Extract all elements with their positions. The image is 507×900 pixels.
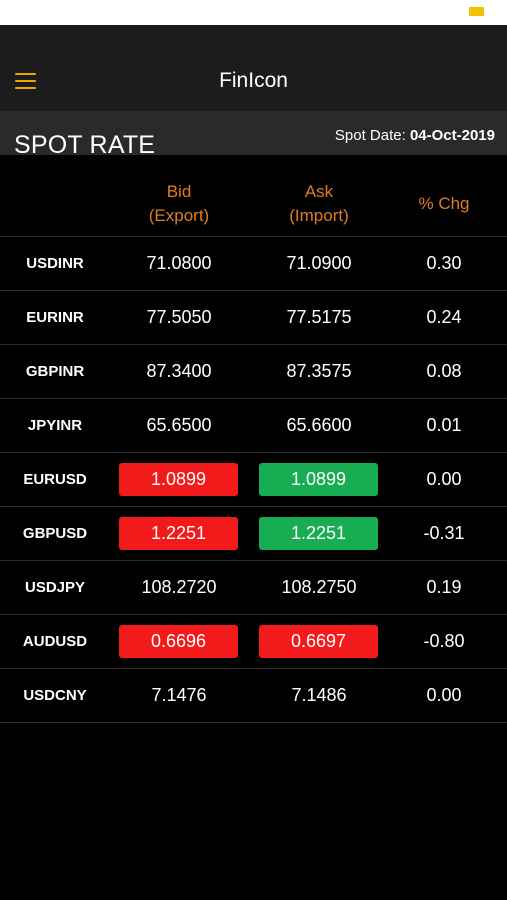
battery-icon [469,7,484,16]
nav-bar: FinIcon [0,25,507,111]
bid-rate-badge: 1.2251 [119,517,238,550]
percent-change: -0.80 [423,631,465,651]
bid-header-line2: (Export) [148,206,210,225]
currency-pair: GBPUSD [22,525,88,542]
percent-change: 0.24 [426,307,462,327]
bid-cell: 7.1476 [151,685,207,705]
status-bar [0,0,507,25]
currency-pair: GBPINR [25,363,85,380]
table-row[interactable]: GBPINR 87.3400 87.3575 0.08 [0,345,507,399]
bid-cell: 1.2251 [109,507,249,560]
bid-cell: 1.0899 [109,453,249,506]
ask-rate-badge: 1.0899 [259,463,378,496]
currency-pair: USDINR [26,255,84,272]
table-row[interactable]: AUDUSD 0.6696 0.6697 -0.80 [0,615,507,669]
ask-cell: 71.0900 [286,253,352,273]
ask-cell: 87.3575 [286,361,352,381]
ask-header-line2: (Import) [289,206,349,225]
column-header-ask: Ask (Import) [249,180,389,228]
currency-pair: AUDUSD [22,633,88,650]
percent-change: 0.30 [426,253,462,273]
table-row[interactable]: GBPUSD 1.2251 1.2251 -0.31 [0,507,507,561]
bid-cell: 108.2720 [141,577,217,597]
currency-pair: EURINR [26,309,84,326]
currency-pair: USDCNY [23,687,87,704]
app-title: FinIcon [219,69,288,92]
currency-pair: JPYINR [27,417,83,434]
bid-rate-badge: 1.0899 [119,463,238,496]
ask-cell: 108.2750 [281,577,357,597]
bid-cell: 65.6500 [146,415,212,435]
ask-rate-badge: 0.6697 [259,625,378,658]
table-row[interactable]: USDJPY 108.2720 108.2750 0.19 [0,561,507,615]
ask-cell: 1.0899 [249,453,389,506]
table-row[interactable]: EURUSD 1.0899 1.0899 0.00 [0,453,507,507]
percent-change: 0.08 [426,361,462,381]
table-row[interactable]: EURINR 77.5050 77.5175 0.24 [0,291,507,345]
spot-date-value: 04-Oct-2019 [409,127,495,144]
table-row[interactable]: USDCNY 7.1476 7.1486 0.00 [0,669,507,723]
ask-cell: 1.2251 [249,507,389,560]
spot-date-label: Spot Date: [334,127,410,144]
ask-cell: 7.1486 [291,685,347,705]
currency-pair: EURUSD [23,471,87,488]
ask-rate-badge: 1.2251 [259,517,378,550]
ask-cell: 0.6697 [249,615,389,668]
table-row[interactable]: JPYINR 65.6500 65.6600 0.01 [0,399,507,453]
ask-cell: 77.5175 [286,307,352,327]
table-row[interactable]: USDINR 71.0800 71.0900 0.30 [0,237,507,291]
percent-change: -0.31 [423,523,465,543]
column-header-bid: Bid (Export) [109,180,249,228]
ask-cell: 65.6600 [286,415,352,435]
bid-rate-badge: 0.6696 [119,625,238,658]
percent-change: 0.19 [426,577,462,597]
table-body: USDINR 71.0800 71.0900 0.30 EURINR 77.5050 77.… [0,237,507,723]
bid-cell: 71.0800 [146,253,212,273]
bid-header-line1: Bid [166,182,192,201]
percent-change: 0.01 [426,415,462,435]
percent-change: 0.00 [426,469,462,489]
spot-rate-header: SPOT RATE Spot Date: 04-Oct-2019 [0,111,507,159]
column-header-chg: % Chg [418,194,470,213]
bid-cell: 77.5050 [146,307,212,327]
currency-pair: USDJPY [24,579,86,596]
table-header: Bid (Export) Ask (Import) % Chg [0,155,507,237]
bid-cell: 87.3400 [146,361,212,381]
bid-cell: 0.6696 [109,615,249,668]
spot-date: Spot Date: 04-Oct-2019 [335,127,495,144]
percent-change: 0.00 [426,685,462,705]
ask-header-line1: Ask [304,182,334,201]
rates-table: Bid (Export) Ask (Import) % Chg USDINR 71… [0,155,507,723]
